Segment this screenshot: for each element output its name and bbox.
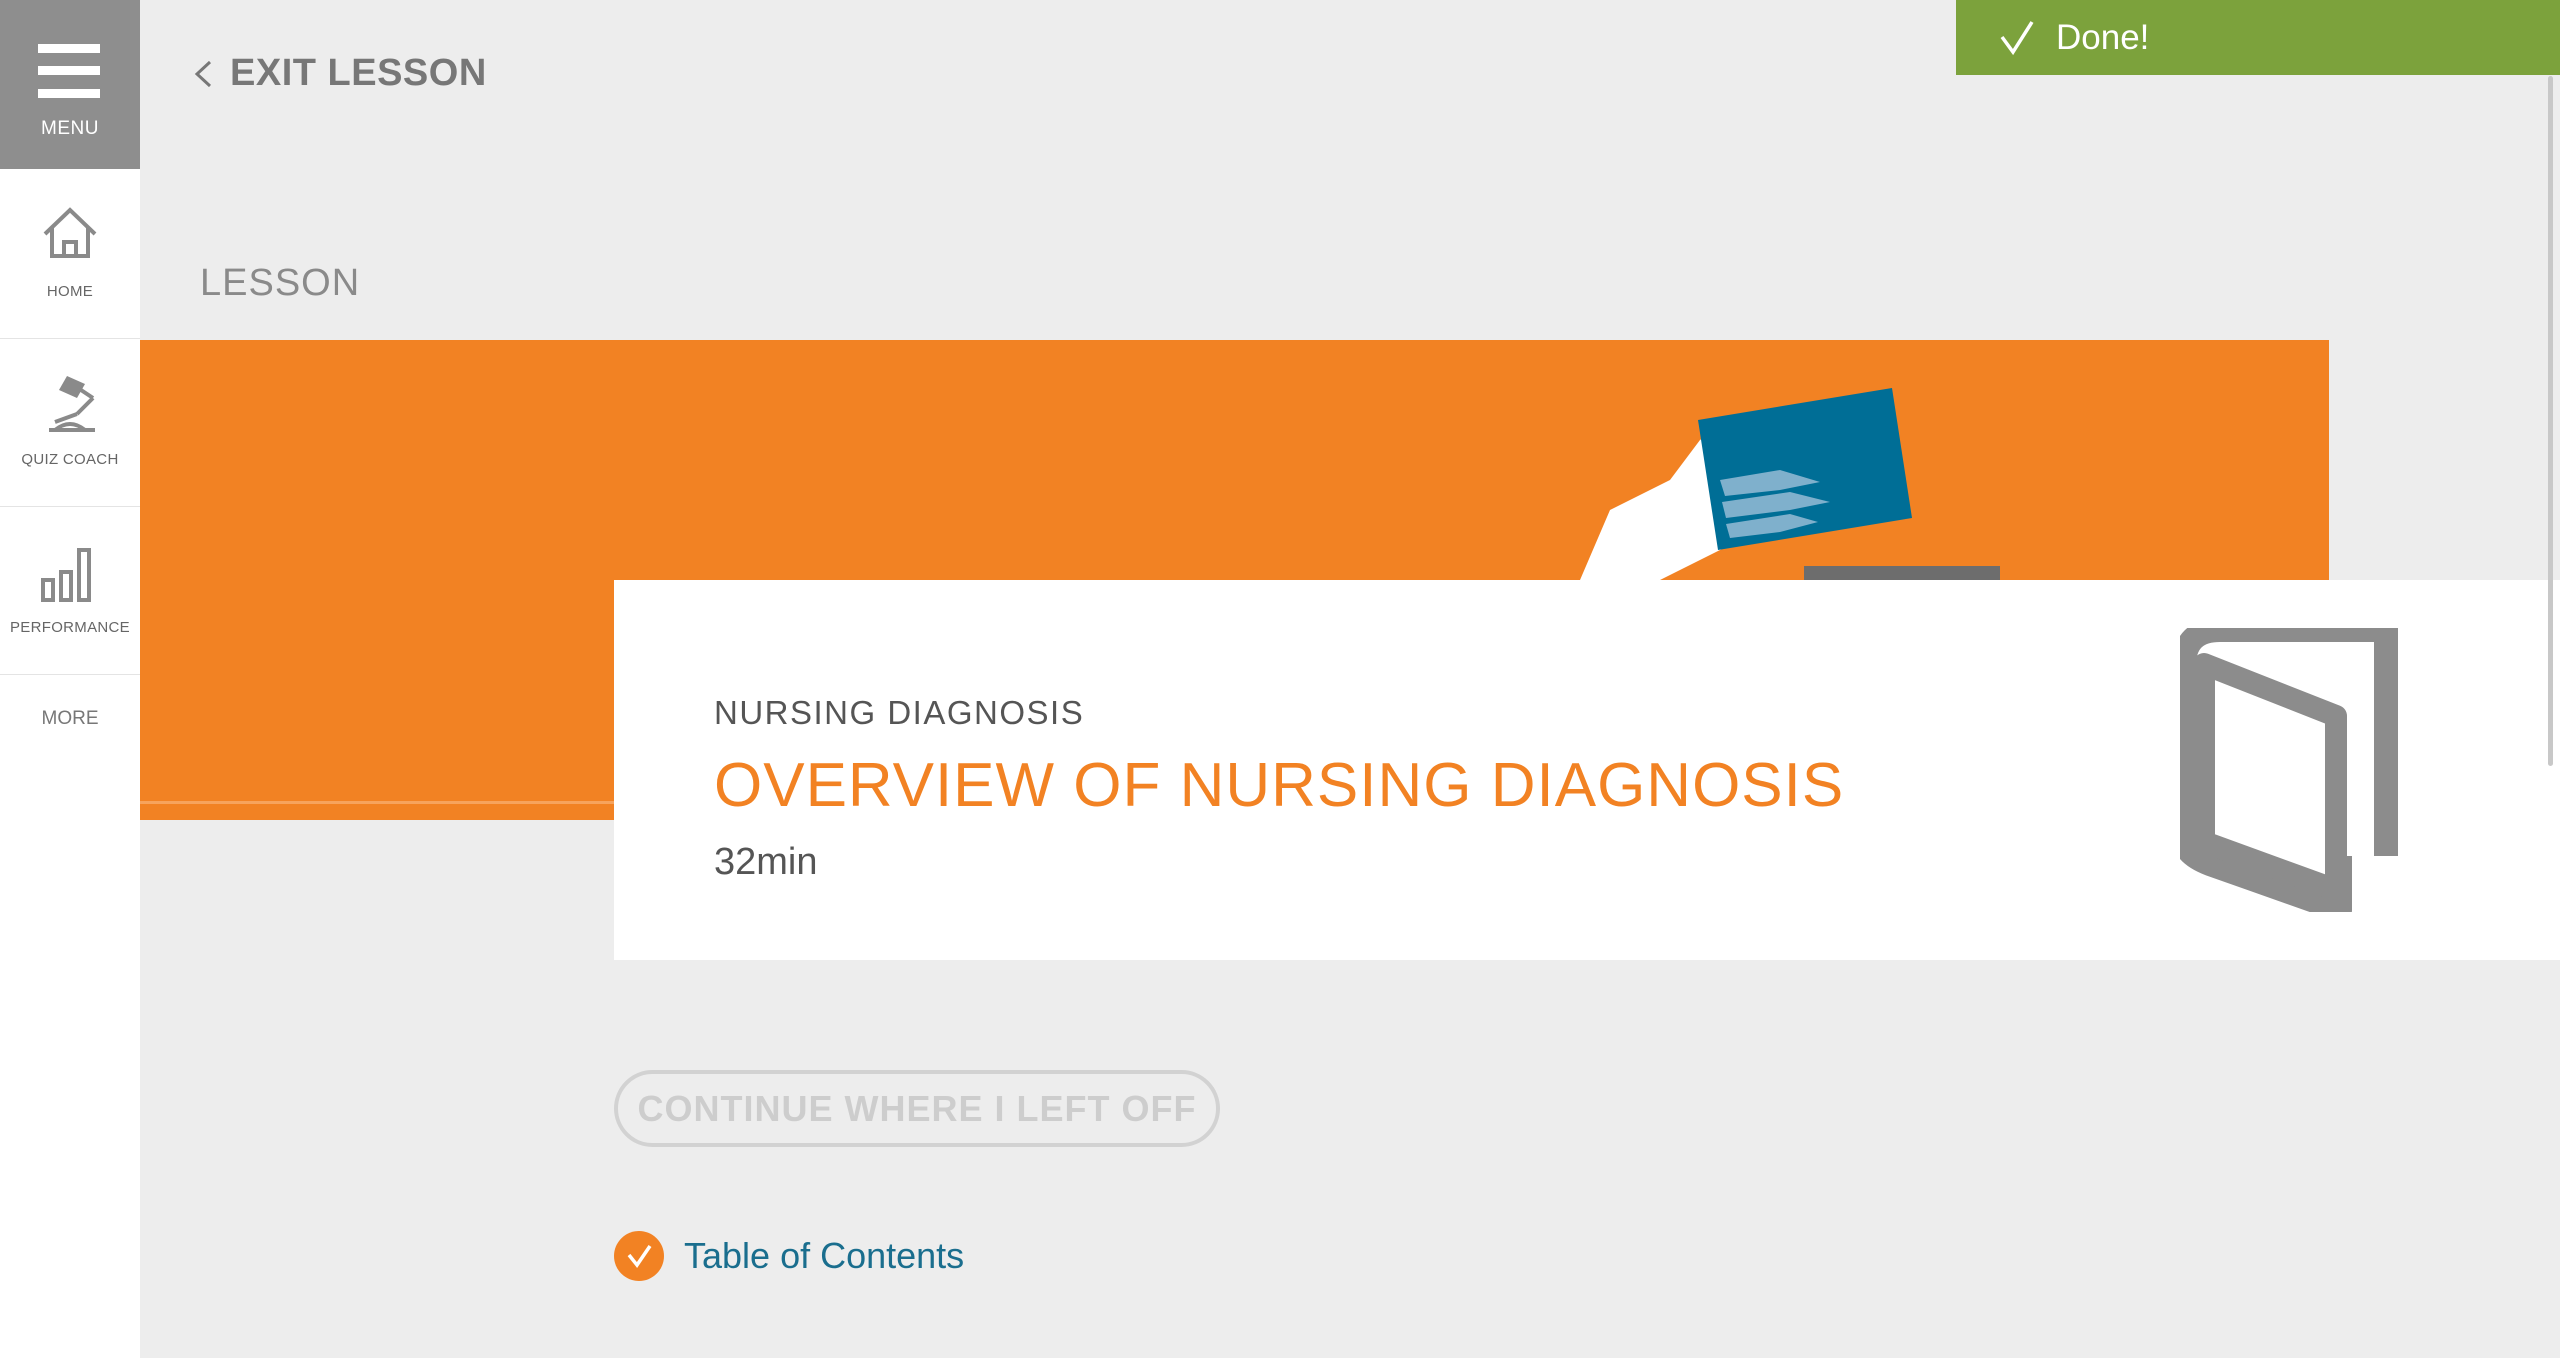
lamp-icon xyxy=(49,376,95,432)
chevron-left-icon xyxy=(194,60,212,87)
table-of-contents-link[interactable]: Table of Contents xyxy=(614,1231,964,1281)
hamburger-icon xyxy=(38,44,100,98)
exit-lesson-label: EXIT LESSON xyxy=(230,52,487,94)
book-icon xyxy=(2180,628,2398,912)
sidebar-item-label: PERFORMANCE xyxy=(10,619,130,636)
sidebar-item-quiz-coach[interactable]: QUIZ COACH xyxy=(0,338,140,507)
done-banner[interactable]: Done! xyxy=(1956,0,2560,75)
more-label: MORE xyxy=(41,708,99,729)
lesson-title: OVERVIEW OF NURSING DIAGNOSIS xyxy=(714,751,1845,820)
done-label: Done! xyxy=(2056,17,2150,57)
sidebar-item-performance[interactable]: PERFORMANCE xyxy=(0,506,140,675)
lesson-card[interactable]: NURSING DIAGNOSIS OVERVIEW OF NURSING DI… xyxy=(614,580,2560,960)
home-icon xyxy=(43,207,97,258)
continue-button[interactable]: CONTINUE WHERE I LEFT OFF xyxy=(614,1070,1220,1147)
sidebar-item-label: HOME xyxy=(46,283,94,300)
exit-lesson-link[interactable]: EXIT LESSON xyxy=(192,52,487,95)
sidebar: MENU HOME QUIZ COACH PERFORMANCE MORE xyxy=(0,0,140,1358)
sidebar-item-label: QUIZ COACH xyxy=(21,451,119,468)
scrollbar[interactable] xyxy=(2548,76,2553,766)
sidebar-item-home[interactable]: HOME xyxy=(0,170,140,339)
checkmark-icon xyxy=(2000,20,2034,55)
check-circle-icon xyxy=(614,1231,664,1281)
menu-button[interactable]: MENU xyxy=(0,0,140,169)
lesson-category: NURSING DIAGNOSIS xyxy=(714,694,1085,731)
lesson-duration: 32min xyxy=(714,841,818,883)
toc-label: Table of Contents xyxy=(684,1235,965,1276)
sidebar-item-more[interactable]: MORE xyxy=(0,672,140,772)
bar-chart-icon xyxy=(41,548,91,602)
menu-label: MENU xyxy=(41,118,99,139)
section-label: LESSON xyxy=(200,262,361,304)
hero-divider xyxy=(140,801,614,804)
